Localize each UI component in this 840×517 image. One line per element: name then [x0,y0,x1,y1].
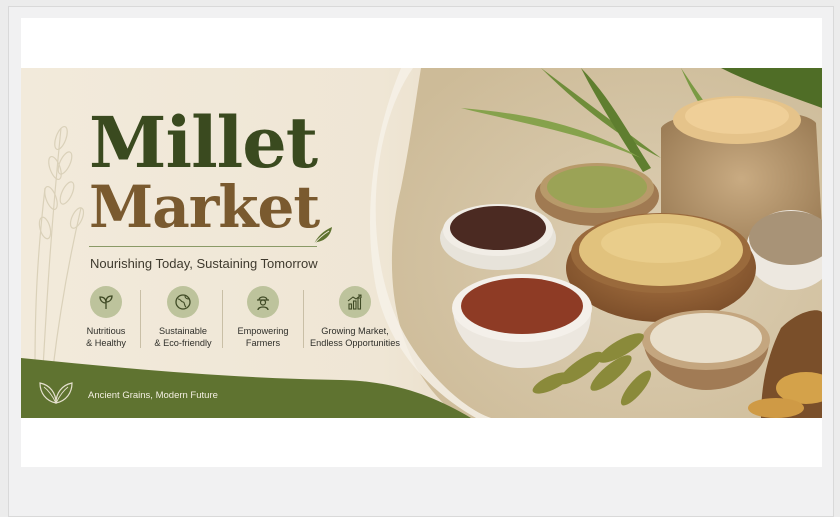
feature-label-line1: Nutritious [86,326,126,336]
feature-label-line2: & Healthy [86,338,126,348]
feature-label-line1: Growing Market, [321,326,389,336]
feature-label-line2: & Eco-friendly [154,338,212,348]
feature-divider [222,290,223,348]
feature-growing-market: Growing Market, Endless Opportunities [309,286,401,349]
footer-tagline: Ancient Grains, Modern Future [88,390,218,401]
tagline: Nourishing Today, Sustaining Tomorrow [90,256,318,271]
bowl-dark-millet [440,204,556,270]
feature-empowering: Empowering Farmers [231,286,295,349]
feature-nutritious: Nutritious & Healthy [75,286,137,349]
leaf-icon [313,227,332,245]
sprout-icon [90,286,122,318]
leaves-icon [39,382,73,404]
feature-sustainable: Sustainable & Eco-friendly [148,286,218,349]
feature-divider [303,290,304,348]
feature-divider [140,290,141,348]
title-line-1: Millet [89,101,318,184]
feature-label-line2: Endless Opportunities [310,338,400,348]
title-rule [89,246,317,247]
title-line-2: Market [89,173,320,241]
globe-icon [167,286,199,318]
feature-label-line2: Farmers [245,338,281,348]
millet-market-banner: Millet Market Nourishing Today, Sustaini… [21,68,822,418]
feature-label-line1: Empowering [237,326,289,336]
feature-label-line1: Sustainable [158,326,207,336]
growth-chart-icon [339,286,371,318]
farmer-icon [247,286,279,318]
bowl-foxtail-millet [566,213,756,322]
